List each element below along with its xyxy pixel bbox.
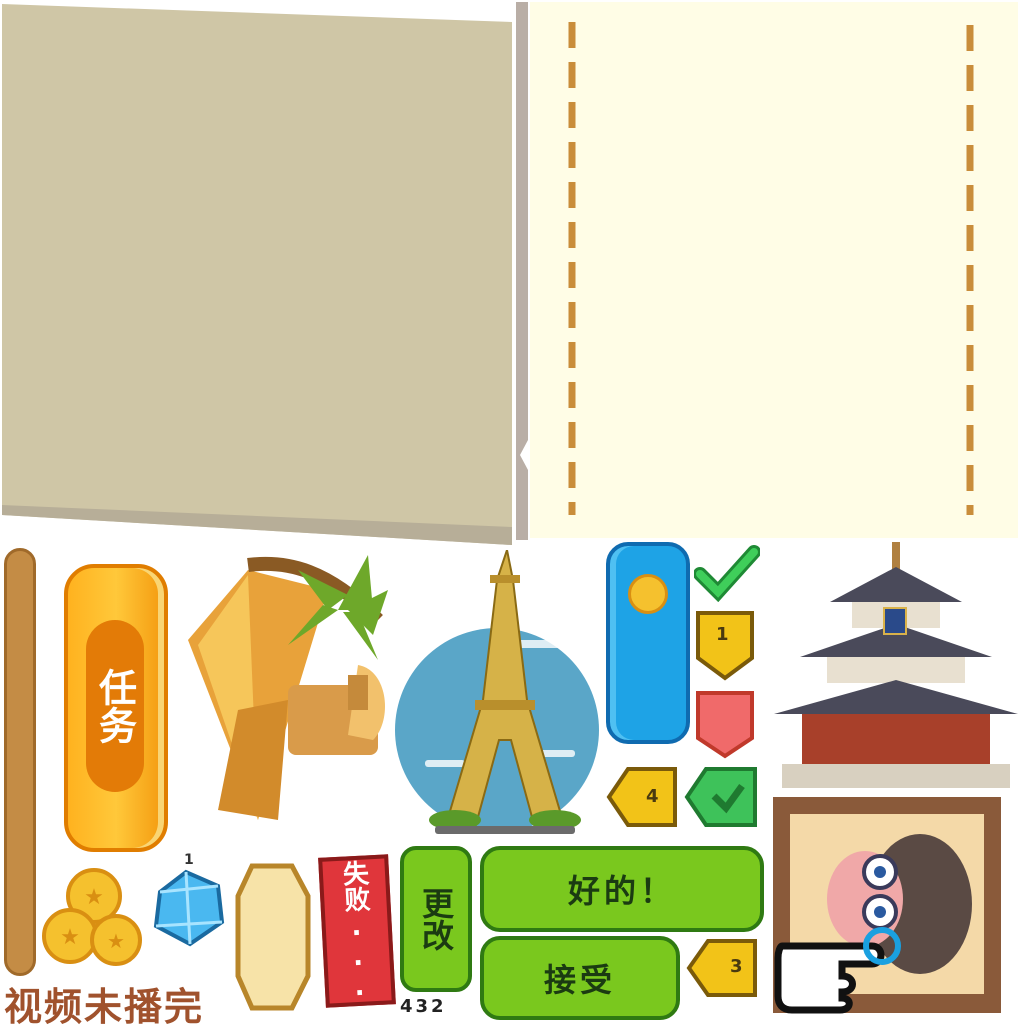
cream-paper-panel xyxy=(530,2,1018,538)
blue-coin-button[interactable] xyxy=(606,542,690,744)
eiffel-tower-icon xyxy=(395,550,599,834)
task-button-inner: 任务 xyxy=(86,620,144,792)
svg-text:★: ★ xyxy=(60,925,80,950)
pointing-hand-icon xyxy=(774,927,901,1014)
temple-of-heaven-icon xyxy=(774,542,1018,788)
fail-tag-label: 失败... xyxy=(337,859,376,1003)
egypt-pyramid-sphinx-icon xyxy=(188,555,388,820)
red-badge-icon xyxy=(696,691,754,759)
rank-badge-1-label: 1 xyxy=(716,624,729,645)
fail-tag: 失败... xyxy=(318,854,396,1008)
task-button[interactable]: 任务 xyxy=(64,564,168,852)
change-button-label: 更改 xyxy=(417,887,455,951)
rank-badge-1-icon xyxy=(696,611,754,681)
task-button-label: 任务 xyxy=(92,668,137,744)
parchment-scroll-icon xyxy=(235,863,311,1011)
svg-text:★: ★ xyxy=(84,885,104,910)
change-button[interactable]: 更改 xyxy=(400,846,472,992)
coin-icon xyxy=(628,574,668,614)
diamond-icon xyxy=(153,869,225,947)
accept-button[interactable]: 接受 xyxy=(480,936,680,1020)
ok-button[interactable]: 好的！ xyxy=(480,846,764,932)
svg-text:★: ★ xyxy=(107,929,125,953)
video-not-finished-label: 视频未播完 xyxy=(4,985,205,1029)
digits-label: 432 xyxy=(400,996,447,1017)
rank-badge-3-icon xyxy=(686,939,757,997)
rank-badge-3-label: 3 xyxy=(730,956,743,977)
green-arrow-check-icon xyxy=(684,767,757,827)
arrow-badge-4-label: 4 xyxy=(646,786,659,807)
gray-paper-panel xyxy=(2,4,512,545)
brown-slider-bar xyxy=(4,548,36,976)
coin-stack-icon: ★ ★ ★ xyxy=(42,868,142,966)
ok-button-label: 好的！ xyxy=(567,872,676,910)
arrow-badge-4-icon xyxy=(606,767,677,827)
checkmark-icon xyxy=(694,545,760,602)
accept-button-label: 接受 xyxy=(543,961,616,999)
